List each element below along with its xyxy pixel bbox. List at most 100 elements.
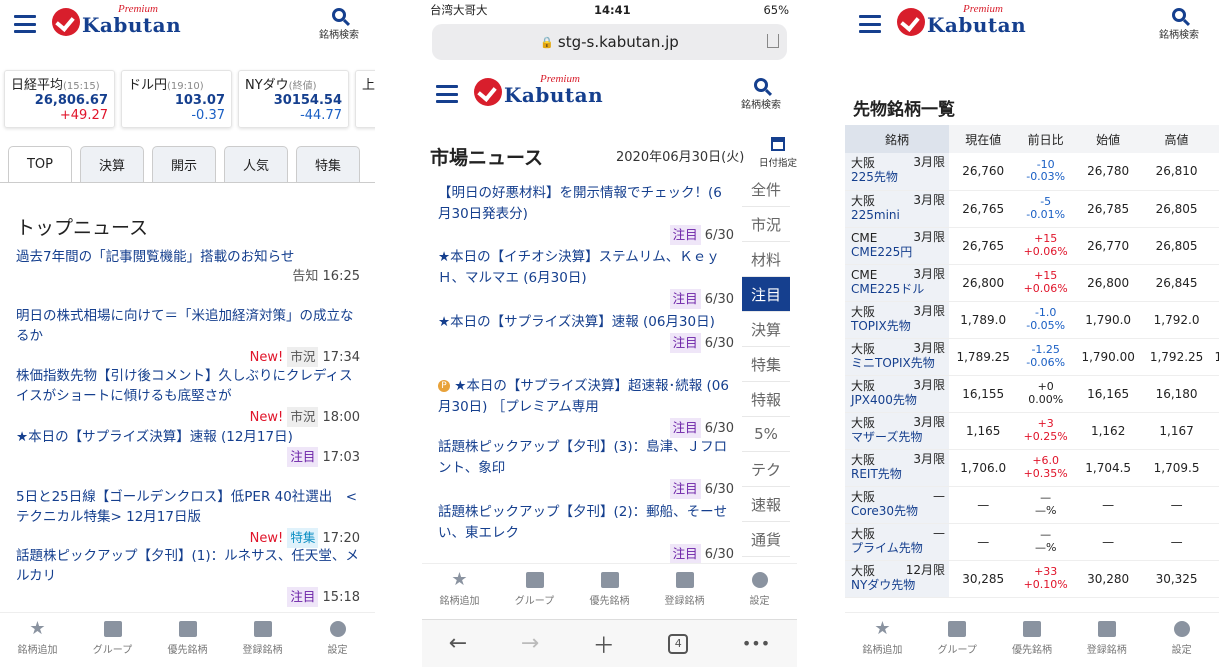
kabutan-logo[interactable]: Kabutan Premium — [474, 73, 603, 107]
contract-cell[interactable]: 大阪 — プライム先物 — [845, 523, 949, 561]
news-item[interactable]: 過去7年間の「記事閲覧機能」搭載のお知らせ 告知 16:25 — [16, 247, 360, 288]
sidebar-item-8[interactable]: テク — [742, 452, 790, 487]
news-item[interactable]: ★本日の【イチオシ決算】ステムリム、ＫｅｙＨ、マルマエ (6月30日) 注目 6/… — [438, 247, 734, 311]
table-row[interactable]: CME 3月限 CME225円 26,765 +15 +0.06% 26,770 26,805… — [845, 227, 1219, 265]
news-title[interactable]: ★本日の【イチオシ決算】ステムリム、ＫｅｙＨ、マルマエ (6月30日) — [438, 247, 734, 289]
news-item[interactable]: P ★本日の【サプライズ決算】超速報･続報 (06月30日) ［プレミアム専用注… — [438, 376, 734, 440]
contract-cell[interactable]: CME 3月限 CME225円 — [845, 227, 949, 265]
sidebar-item-9[interactable]: 速報 — [742, 487, 790, 522]
news-item[interactable]: 明日の株式相場に向けて＝「米追加経済対策」の成立なるか New! 市況 17:34 — [16, 306, 360, 368]
news-item[interactable]: 話題株ピックアップ【夕刊】(3)：島津、Ｊフロント、象印 注目 6/30 — [438, 437, 734, 501]
stock-search-button[interactable]: 銘柄検索 — [319, 8, 359, 41]
index-card[interactable]: 上海総合34- — [355, 70, 375, 128]
table-row[interactable]: 大阪—プライム先物———%——— — [845, 523, 1219, 561]
contract-cell[interactable]: 大阪 — Core30先物 — [845, 486, 949, 524]
news-title[interactable]: 明日の株式相場に向けて＝「米追加経済対策」の成立なるか — [16, 306, 360, 347]
sidebar-item-5[interactable]: 特集 — [742, 347, 790, 382]
stock-search-button[interactable]: 銘柄検索 — [741, 78, 781, 111]
forward-icon[interactable]: → — [521, 631, 539, 656]
nav-0[interactable]: ★ 銘柄追加 — [847, 613, 917, 662]
menu-icon[interactable] — [14, 15, 36, 33]
tab-2[interactable]: 開示 — [152, 146, 216, 182]
sidebar-item-1[interactable]: 市況 — [742, 207, 790, 242]
contract-cell[interactable]: 大阪 3月限 JPX400先物 — [845, 375, 949, 413]
nav-3[interactable]: 登録銘柄 — [1072, 613, 1142, 662]
tab-3[interactable]: 人気 — [224, 146, 288, 182]
kabutan-logo[interactable]: Kabutan Premium — [897, 3, 1026, 37]
kabutan-logo[interactable]: Kabutan Premium — [52, 3, 181, 37]
news-item[interactable]: 【明日の好悪材料】を開示情報でチェック！(6月30日発表分) 注目 6/30 — [438, 183, 734, 247]
nav-1[interactable]: グループ — [500, 564, 570, 613]
nav-2[interactable]: 優先銘柄 — [153, 613, 223, 662]
news-title[interactable]: 話題株ピックアップ【夕刊】(3)：島津、Ｊフロント、象印 — [438, 437, 734, 479]
news-title[interactable]: P ★本日の【サプライズ決算】超速報･続報 (06月30日) ［プレミアム専用 — [438, 376, 734, 418]
contract-cell[interactable]: 大阪 3月限 225mini — [845, 190, 949, 228]
table-row[interactable]: CME 3月限 CME225ドル 26,800 +15 +0.06% 26,800 26,84… — [845, 264, 1219, 302]
news-item[interactable]: 話題株ピックアップ【夕刊】(1)：ルネサス、任天堂、メルカリ 注目 15:18 — [16, 546, 360, 608]
news-item[interactable]: 株価指数先物【引け後コメント】久しぶりにクレディスイスがショートに傾けるも底堅さ… — [16, 366, 360, 428]
nav-0[interactable]: ★ 銘柄追加 — [425, 564, 495, 613]
new-tab-icon[interactable]: ＋ — [593, 628, 615, 660]
news-title[interactable]: 話題株ピックアップ【夕刊】(2)：郵船、そーせい、東エレク — [438, 502, 734, 544]
nav-1[interactable]: グループ — [78, 613, 148, 662]
contract-cell[interactable]: 大阪 3月限 ミニTOPIX先物 — [845, 338, 949, 376]
index-card[interactable]: NYダウ(終値) 30154.54 -44.77 — [238, 70, 349, 128]
sidebar-item-3[interactable]: 注目 — [742, 277, 790, 312]
sidebar-item-4[interactable]: 決算 — [742, 312, 790, 347]
contract-cell[interactable]: 大阪 3月限 マザーズ先物 — [845, 412, 949, 450]
table-row[interactable]: 大阪—Core30先物———%——— — [845, 486, 1219, 524]
news-item[interactable]: ★本日の【サプライズ決算】速報 (12月17日) 注目 17:03 — [16, 427, 360, 469]
stock-search-button[interactable]: 銘柄検索 — [1159, 8, 1199, 41]
more-icon[interactable]: ••• — [742, 634, 770, 653]
tab-0[interactable]: TOP — [8, 146, 72, 182]
news-title[interactable]: 話題株ピックアップ【夕刊】(1)：ルネサス、任天堂、メルカリ — [16, 546, 360, 587]
nav-4[interactable]: 設定 — [303, 613, 373, 662]
nav-2[interactable]: 優先銘柄 — [997, 613, 1067, 662]
sidebar-item-6[interactable]: 特報 — [742, 382, 790, 417]
share-icon[interactable] — [767, 34, 779, 48]
date-select-button[interactable]: 日付指定 — [759, 137, 797, 169]
news-item[interactable]: ★本日の【サプライズ決算】速報 (06月30日) 注目 6/30 — [438, 312, 734, 355]
news-title[interactable]: 株価指数先物【引け後コメント】久しぶりにクレディスイスがショートに傾けるも底堅さ… — [16, 366, 360, 407]
back-icon[interactable]: ← — [449, 631, 467, 656]
contract-cell[interactable]: 大阪 3月限 225先物 — [845, 153, 949, 191]
table-row[interactable]: 大阪3月限225mini26,765-5-0.01%26,78526,80526 — [845, 190, 1219, 228]
table-row[interactable]: 大阪 3月限 225先物 26,760-10-0.03%26,78026,81026 — [845, 153, 1219, 191]
news-item[interactable]: 5日と25日線【ゴールデンクロス】低PER 40社選出 <テクニカル特集> 12… — [16, 487, 360, 549]
news-title[interactable]: 過去7年間の「記事閲覧機能」搭載のお知らせ — [16, 247, 360, 267]
nav-3[interactable]: 登録銘柄 — [228, 613, 298, 662]
nav-3[interactable]: 登録銘柄 — [650, 564, 720, 613]
nav-0[interactable]: ★ 銘柄追加 — [3, 613, 73, 662]
sidebar-item-7[interactable]: 5% — [742, 417, 790, 452]
table-row[interactable]: 大阪3月限JPX400先物16,155+00.00%16,16516,18016 — [845, 375, 1219, 413]
nav-4[interactable]: 設定 — [1147, 613, 1217, 662]
table-row[interactable]: 大阪 3月限 ミニTOPIX先物 1,789.25 -1.25 -0.06% 1,790.0… — [845, 338, 1219, 376]
menu-icon[interactable] — [859, 15, 881, 33]
table-row[interactable]: 大阪 3月限 TOPIX先物 1,789.0 -1.0 -0.05% 1,790.0 1,79… — [845, 301, 1219, 339]
news-item[interactable]: 話題株ピックアップ【夕刊】(2)：郵船、そーせい、東エレク 注目 6/30 — [438, 502, 734, 566]
contract-cell[interactable]: 大阪 3月限 REIT先物 — [845, 449, 949, 487]
news-title[interactable]: ★本日の【サプライズ決算】速報 (06月30日) — [438, 312, 734, 333]
contract-cell[interactable]: 大阪 3月限 TOPIX先物 — [845, 301, 949, 339]
table-row[interactable]: 大阪 3月限 REIT先物 1,706.0 +6.0 +0.35% 1,704.5 1,709… — [845, 449, 1219, 487]
contract-cell[interactable]: 大阪 12月限 NYダウ先物 — [845, 560, 949, 598]
nav-1[interactable]: グループ — [922, 613, 992, 662]
table-row[interactable]: 大阪3月限マザーズ先物1,165+3+0.25%1,1621,1671 — [845, 412, 1219, 450]
sidebar-item-10[interactable]: 通貨 — [742, 522, 790, 557]
table-row[interactable]: 大阪12月限NYダウ先物30,285+33+0.10%30,28030,3253… — [845, 560, 1219, 598]
nav-2[interactable]: 優先銘柄 — [575, 564, 645, 613]
menu-icon[interactable] — [436, 85, 458, 103]
news-title[interactable]: ★本日の【サプライズ決算】速報 (12月17日) — [16, 427, 360, 447]
news-title[interactable]: 【明日の好悪材料】を開示情報でチェック！(6月30日発表分) — [438, 183, 734, 225]
nav-4[interactable]: 設定 — [725, 564, 795, 613]
tabs-button[interactable]: 4 — [668, 633, 689, 654]
sidebar-item-0[interactable]: 全件 — [742, 172, 790, 207]
news-title[interactable]: 5日と25日線【ゴールデンクロス】低PER 40社選出 <テクニカル特集> 12… — [16, 487, 360, 528]
index-card[interactable]: 日経平均(15:15) 26,806.67 +49.27 — [4, 70, 115, 128]
contract-cell[interactable]: CME 3月限 CME225ドル — [845, 264, 949, 302]
sidebar-item-2[interactable]: 材料 — [742, 242, 790, 277]
tab-4[interactable]: 特集 — [296, 146, 360, 182]
address-bar[interactable]: 🔒 stg-s.kabutan.jp — [432, 24, 787, 60]
tab-1[interactable]: 決算 — [80, 146, 144, 182]
index-card[interactable]: ドル円(19:10) 103.07 -0.37 — [121, 70, 232, 128]
